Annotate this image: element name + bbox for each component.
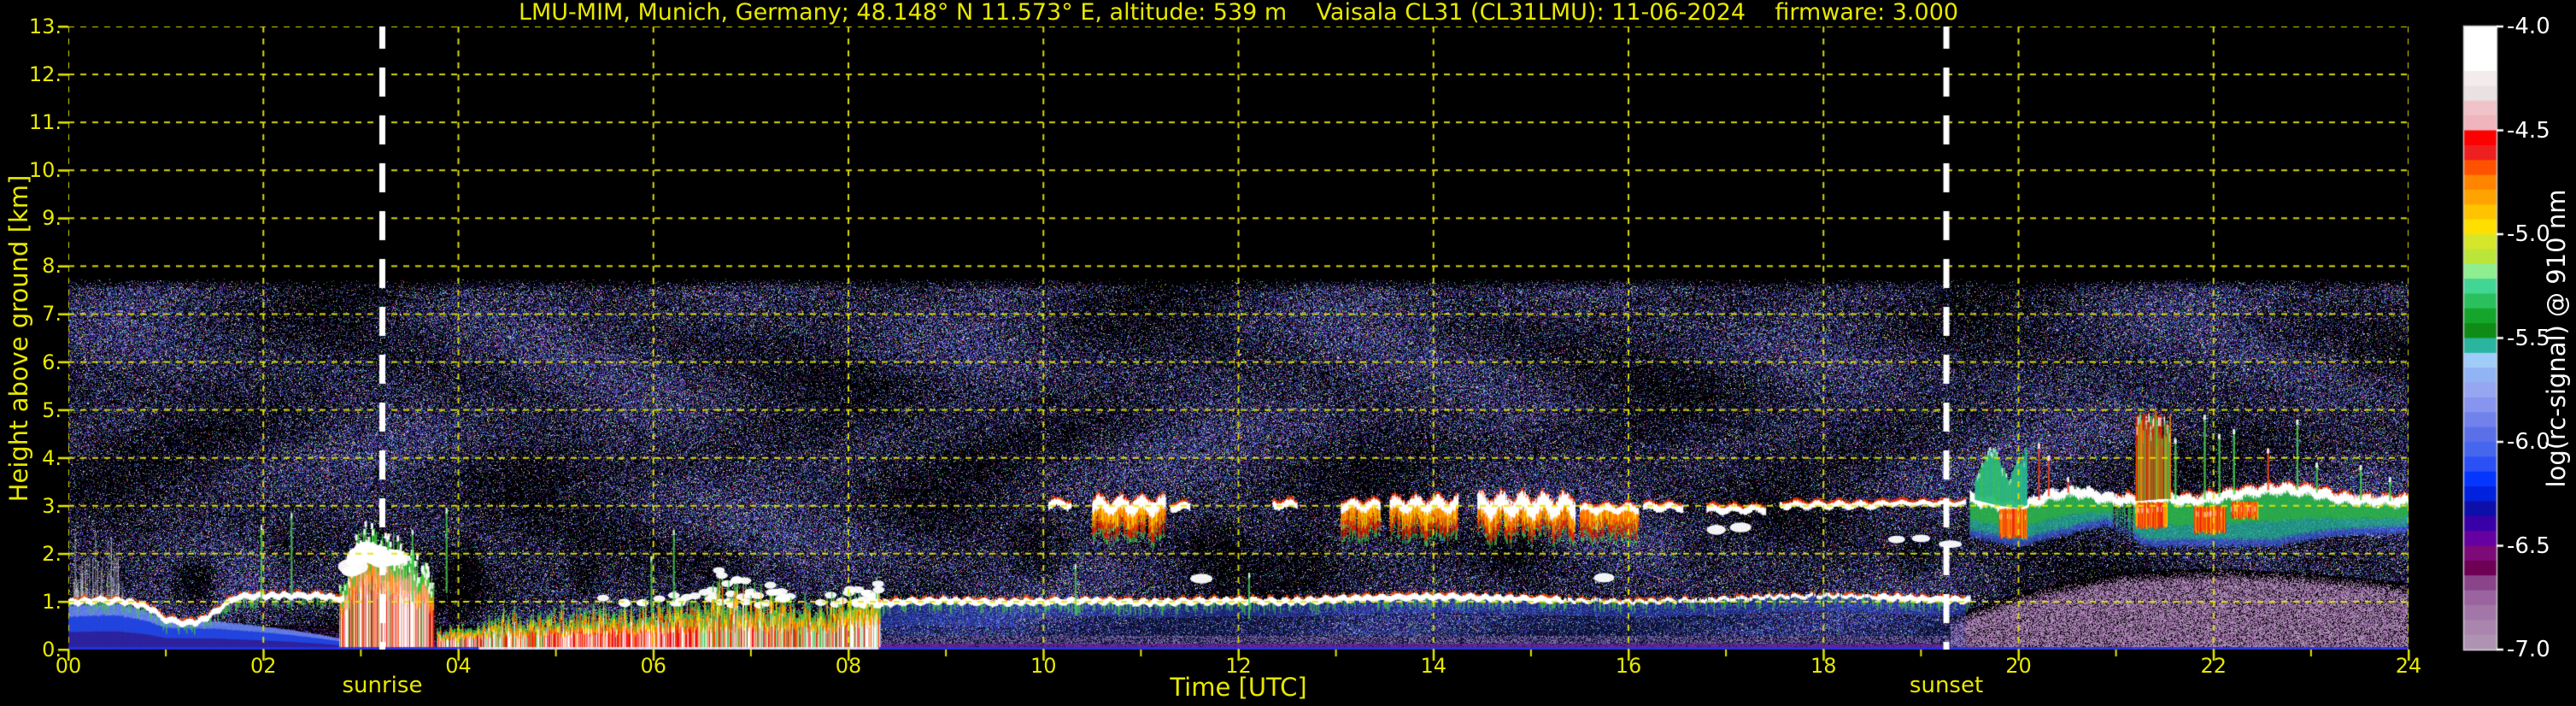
y-tick-label-1.: 1.	[42, 589, 62, 614]
x-tick-label-20: 20	[2005, 654, 2032, 678]
x-tick-label-08: 08	[835, 654, 862, 678]
y-tick-label-3.: 3.	[42, 493, 62, 518]
y-tick-label-5.: 5.	[42, 397, 62, 422]
x-axis-label: Time [UTC]	[1170, 673, 1307, 702]
sunset-marker-label: sunset	[1909, 673, 1984, 698]
x-tick-label-10: 10	[1030, 654, 1057, 678]
ceilometer-heatmap-canvas	[0, 0, 2576, 706]
sunrise-marker-label: sunrise	[342, 673, 423, 698]
x-tick-label-22: 22	[2200, 654, 2227, 678]
colorbar-tick-label--7.0: -7.0	[2507, 637, 2550, 662]
x-tick-label-12: 12	[1225, 654, 1252, 678]
y-tick-label-2.: 2.	[42, 541, 62, 566]
x-tick-label-16: 16	[1615, 654, 1642, 678]
x-tick-label-18: 18	[1810, 654, 1837, 678]
y-tick-label-4.: 4.	[42, 445, 62, 470]
x-tick-label-06: 06	[640, 654, 667, 678]
y-tick-label-12.: 12.	[28, 62, 62, 87]
x-tick-label-24: 24	[2395, 654, 2422, 678]
colorbar-tick-label--4.0: -4.0	[2507, 14, 2550, 39]
colorbar-tick-label--6.0: -6.0	[2507, 429, 2550, 455]
x-tick-label-14: 14	[1420, 654, 1447, 678]
colorbar-tick-label--5.0: -5.0	[2507, 221, 2550, 247]
y-axis-label: Height above ground [km]	[3, 174, 33, 502]
y-tick-label-9.: 9.	[42, 206, 62, 231]
x-tick-label-04: 04	[445, 654, 472, 678]
y-tick-label-8.: 8.	[42, 254, 62, 279]
colorbar-tick-label--4.5: -4.5	[2507, 117, 2550, 144]
y-tick-label-0.: 0.	[42, 638, 62, 662]
page-title: LMU-MIM, Munich, Germany; 48.148° N 11.5…	[518, 0, 1959, 26]
x-tick-label-02: 02	[249, 654, 277, 678]
y-tick-label-13.: 13.	[28, 15, 62, 38]
y-tick-label-6.: 6.	[42, 350, 62, 374]
colorbar-tick-label--6.5: -6.5	[2507, 532, 2550, 559]
y-tick-label-11.: 11.	[28, 110, 62, 135]
y-tick-label-7.: 7.	[42, 302, 62, 327]
y-tick-label-10.: 10.	[28, 158, 62, 183]
colorbar-tick-label--5.5: -5.5	[2507, 325, 2550, 351]
ceilometer-quicklook-figure: LMU-MIM, Munich, Germany; 48.148° N 11.5…	[0, 0, 2576, 706]
